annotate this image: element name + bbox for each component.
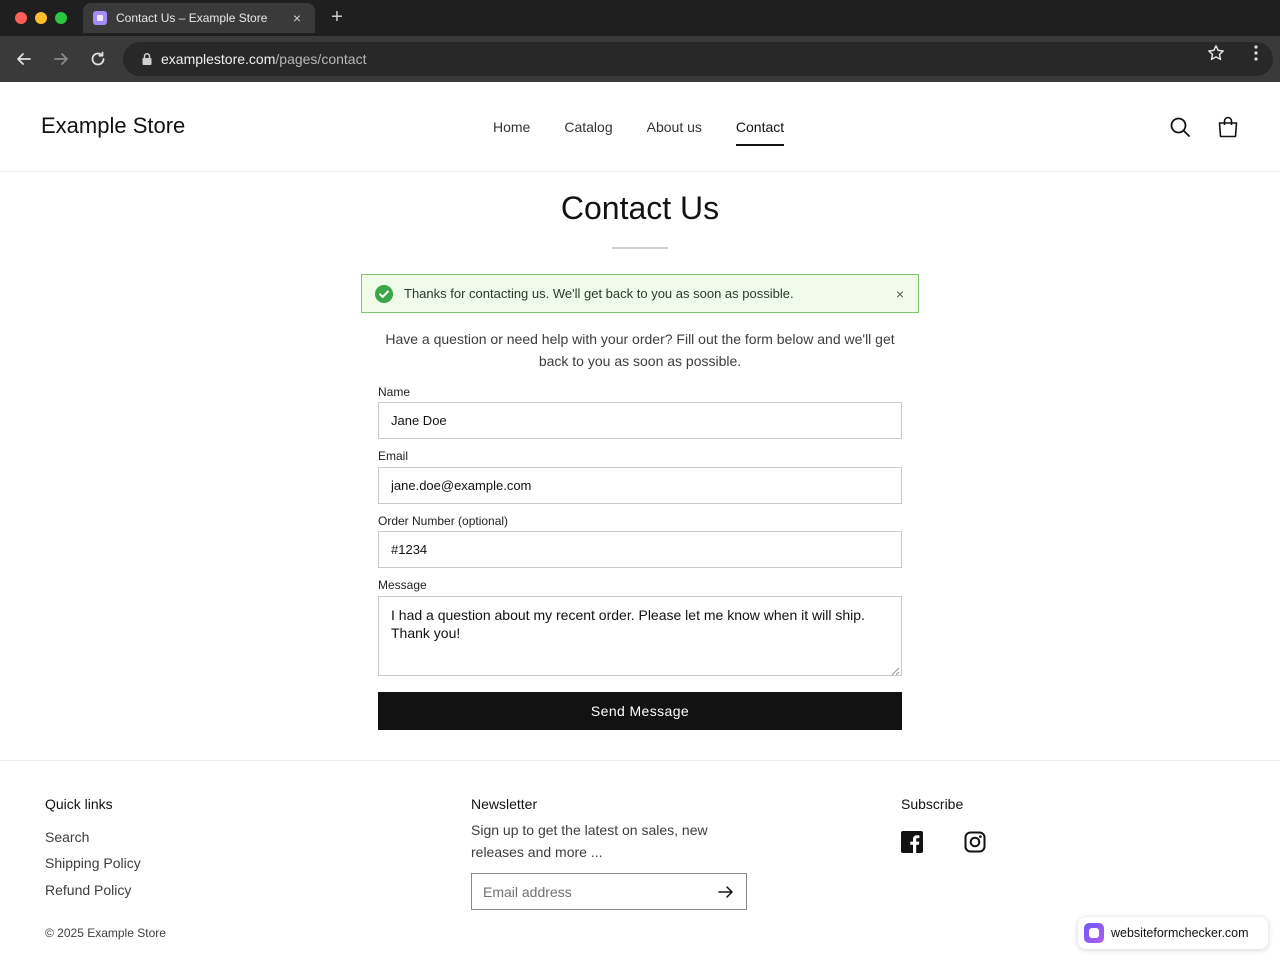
browser-tab[interactable]: Contact Us – Example Store × (83, 3, 315, 33)
alert-close-icon[interactable]: × (882, 286, 918, 302)
websiteformchecker-badge[interactable]: websiteformchecker.com (1078, 917, 1268, 949)
quick-links-heading: Quick links (45, 796, 113, 812)
newsletter-heading: Newsletter (471, 796, 538, 812)
order-number-label: Order Number (optional) (378, 514, 509, 528)
cart-icon[interactable] (1216, 115, 1240, 139)
tab-close-icon[interactable]: × (289, 10, 305, 26)
url-text[interactable]: examplestore.com/pages/contact (161, 51, 366, 67)
newsletter-form (471, 873, 747, 910)
nav-home[interactable]: Home (493, 119, 530, 146)
url-path: /pages/contact (275, 51, 367, 67)
window-close-button[interactable] (15, 12, 27, 24)
send-message-button[interactable]: Send Message (378, 692, 902, 730)
name-label: Name (378, 385, 411, 399)
name-field[interactable] (378, 402, 902, 439)
instagram-icon[interactable] (964, 831, 988, 855)
bookmark-star-icon[interactable] (1204, 41, 1228, 65)
site-header: Example Store Home Catalog About us Cont… (0, 82, 1280, 172)
menu-kebab-icon[interactable] (1244, 41, 1268, 65)
message-label: Message (378, 578, 427, 592)
order-number-field[interactable] (378, 531, 902, 568)
browser-tab-bar: Contact Us – Example Store × + (0, 0, 1280, 36)
intro-text: Have a question or need help with your o… (385, 331, 895, 369)
email-label: Email (378, 449, 409, 463)
check-circle-icon (375, 284, 393, 303)
page-title: Contact Us (560, 190, 720, 226)
facebook-icon[interactable] (901, 831, 925, 855)
reload-icon[interactable] (86, 47, 110, 71)
email-field[interactable] (378, 467, 902, 504)
arrow-right-icon[interactable] (716, 882, 736, 902)
footer-link-refund-policy[interactable]: Refund Policy (45, 882, 131, 898)
alert-message: Thanks for contacting us. We'll get back… (404, 286, 794, 301)
websiteformchecker-logo-icon (1084, 923, 1104, 943)
footer-link-search[interactable]: Search (45, 829, 89, 845)
badge-text: websiteformchecker.com (1111, 926, 1249, 940)
search-icon[interactable] (1168, 115, 1192, 139)
footer-link-shipping-policy[interactable]: Shipping Policy (45, 855, 141, 871)
store-logo[interactable]: Example Store (41, 113, 185, 139)
nav-about-us[interactable]: About us (647, 119, 702, 146)
nav-catalog[interactable]: Catalog (564, 119, 612, 146)
title-divider (612, 247, 668, 249)
window-minimize-button[interactable] (35, 12, 47, 24)
newsletter-email-input[interactable] (472, 874, 702, 909)
favicon-icon (93, 11, 107, 25)
url-host: examplestore.com (161, 51, 276, 67)
forward-icon[interactable] (49, 47, 73, 71)
newsletter-text: Sign up to get the latest on sales, new … (471, 822, 708, 860)
main-nav: Home Catalog About us Contact (493, 119, 785, 146)
message-field[interactable]: I had a question about my recent order. … (378, 596, 902, 676)
browser-toolbar: examplestore.com/pages/contact (0, 36, 1280, 82)
nav-contact[interactable]: Contact (735, 119, 785, 146)
new-tab-button[interactable]: + (327, 6, 347, 28)
subscribe-heading: Subscribe (901, 796, 964, 812)
back-icon[interactable] (12, 47, 36, 71)
lock-icon[interactable] (135, 52, 159, 66)
success-alert: Thanks for contacting us. We'll get back… (361, 274, 919, 313)
window-zoom-button[interactable] (55, 12, 67, 24)
address-bar[interactable]: examplestore.com/pages/contact (123, 42, 1273, 76)
resize-grip-icon[interactable] (891, 663, 900, 676)
copyright-text: © 2025 Example Store (45, 926, 166, 940)
tab-title: Contact Us – Example Store (116, 11, 268, 25)
